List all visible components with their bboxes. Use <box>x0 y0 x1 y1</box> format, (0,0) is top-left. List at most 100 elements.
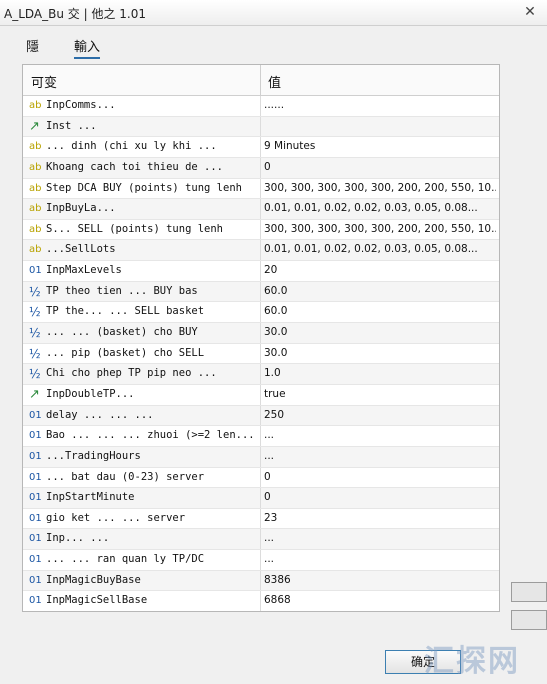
window-title: A_LDA_Bu 交 | 他之 1.01 <box>4 7 146 21</box>
string-type-icon: ab <box>29 100 42 111</box>
parameter-name: ... dinh (chi xu ly khi ... <box>46 140 217 153</box>
int-type-icon: 01 <box>29 430 42 442</box>
tab-common[interactable]: 隱 <box>26 36 39 55</box>
table-row[interactable]: 01 ...TradingHours... <box>23 446 499 468</box>
parameter-name: ... bat dau (0-23) server <box>46 470 205 483</box>
parameter-name: ... ... (basket) cho BUY <box>46 326 198 339</box>
parameter-name: Bao ... ... ... zhuoi (>=2 len... <box>46 429 255 442</box>
table-row[interactable]: 01 InpMaxLevels 20 <box>23 261 499 282</box>
column-divider <box>260 116 261 137</box>
parameter-value[interactable]: ...... <box>264 99 496 111</box>
parameter-value[interactable]: 23 <box>264 512 496 524</box>
table-row[interactable]: 01 ... ... ran quan ly TP/DC... <box>23 550 499 571</box>
close-icon[interactable]: ✕ <box>521 3 539 21</box>
string-type-icon: ab <box>29 161 42 173</box>
column-divider <box>260 261 261 281</box>
column-divider <box>260 178 261 199</box>
table-row[interactable]: ab InpComms......... <box>23 96 499 117</box>
parameter-value[interactable]: 0 <box>264 491 496 503</box>
table-row[interactable]: 01 gio ket ... ... server 23 <box>23 508 499 530</box>
inputs-table: 可变 值 ab InpComms......... ↗ Inst ... ab... d… <box>22 64 500 612</box>
column-divider <box>260 467 261 488</box>
parameter-value[interactable]: ... <box>264 532 496 544</box>
parameter-name: InpMaxLevels <box>46 264 122 277</box>
parameter-value[interactable]: 60.0 <box>264 285 496 297</box>
parameter-name: delay ... ... ... <box>46 408 154 421</box>
save-button[interactable] <box>511 610 547 630</box>
parameter-name: InpStartMinute <box>46 491 135 504</box>
string-type-icon: ab <box>29 244 42 256</box>
column-divider <box>260 199 261 219</box>
table-row[interactable]: ab Step DCA BUY (points) tung lenh 300, 30… <box>23 178 499 200</box>
table-row[interactable]: ½ TP the... ... SELL basket 60.0 <box>23 302 499 324</box>
parameter-value[interactable]: ... <box>264 553 496 565</box>
double-type-icon: ½ <box>29 305 41 320</box>
table-row[interactable]: ↗ Inst ... <box>23 116 499 138</box>
double-type-icon: ½ <box>29 367 41 382</box>
parameter-value[interactable]: 6868 <box>264 594 496 606</box>
double-type-icon: ½ <box>29 346 41 361</box>
string-type-icon: ab <box>29 203 42 215</box>
tab-inputs[interactable]: 輸入 <box>74 36 101 59</box>
parameter-value[interactable]: 0.01, 0.01, 0.02, 0.02, 0.03, 0.05, 0.08… <box>264 243 496 255</box>
parameter-name: InpBuyLa... <box>46 202 116 215</box>
table-row[interactable]: ab ...SellLots 0.01, 0.01, 0.02, 0.02, 0.0… <box>23 240 499 262</box>
bool-type-icon: ↗ <box>29 118 40 134</box>
parameter-name: Inp... ... <box>46 532 110 545</box>
parameter-value[interactable]: 250 <box>264 409 496 421</box>
table-row[interactable]: 01 Inp... ...... <box>23 529 499 551</box>
table-row[interactable]: ↗ InpDoubleTP... true <box>23 384 499 406</box>
parameter-name: Inst ... <box>46 119 97 132</box>
column-divider <box>260 96 261 116</box>
parameter-value[interactable]: 1.0 <box>264 367 496 379</box>
table-row[interactable]: 01 InpMagicSellBase 6868 <box>23 591 499 611</box>
parameter-name: ...SellLots <box>46 243 116 256</box>
int-type-icon: 01 <box>29 554 42 566</box>
column-divider <box>260 550 261 570</box>
column-divider <box>260 405 261 426</box>
parameter-value[interactable]: ... <box>264 429 496 441</box>
int-type-icon: 01 <box>29 512 42 524</box>
parameter-value[interactable]: 20 <box>264 264 496 276</box>
parameter-value[interactable]: 9 Minutes <box>264 140 496 152</box>
table-row[interactable]: ab InpBuyLa... 0.01, 0.01, 0.02, 0.02, 0.0… <box>23 199 499 220</box>
load-button[interactable] <box>511 582 547 602</box>
table-row[interactable]: 01 Bao ... ... ... zhuoi (>=2 len...... <box>23 426 499 447</box>
parameter-value[interactable]: 8386 <box>264 574 496 586</box>
header-variable[interactable]: 可变 <box>31 72 57 91</box>
column-divider <box>260 157 261 178</box>
string-type-icon: ab <box>29 182 42 194</box>
column-divider <box>260 343 261 364</box>
column-divider <box>260 508 261 529</box>
table-row[interactable]: ½ TP theo tien ... BUY bas 60.0 <box>23 281 499 303</box>
table-row[interactable]: 01 ... bat dau (0-23) server 0 <box>23 467 499 489</box>
parameter-value[interactable]: 30.0 <box>264 347 496 359</box>
parameter-value[interactable]: 300, 300, 300, 300, 300, 200, 200, 550, … <box>264 223 496 235</box>
parameter-value[interactable]: ... <box>264 450 496 462</box>
parameter-value[interactable]: 0 <box>264 161 496 173</box>
header-value[interactable]: 值 <box>268 72 281 91</box>
column-divider <box>260 137 261 157</box>
table-row[interactable]: 01 InpMagicBuyBase 8386 <box>23 570 499 592</box>
table-row[interactable]: ½ ... pip (basket) cho SELL 30.0 <box>23 343 499 365</box>
table-row[interactable]: 01 InpStartMinute 0 <box>23 488 499 509</box>
table-row[interactable]: ab Khoang cach toi thieu de ... 0 <box>23 157 499 179</box>
parameter-value[interactable]: 0 <box>264 471 496 483</box>
parameter-name: Khoang cach toi thieu de ... <box>46 160 224 173</box>
int-type-icon: 01 <box>29 533 42 545</box>
table-row[interactable]: 01 delay ... ... ... 250 <box>23 405 499 427</box>
parameter-value[interactable]: true <box>264 388 496 400</box>
parameter-value[interactable]: 60.0 <box>264 305 496 317</box>
parameter-value[interactable]: 300, 300, 300, 300, 300, 200, 200, 550, … <box>264 182 496 194</box>
parameter-value[interactable]: 0.01, 0.01, 0.02, 0.02, 0.03, 0.05, 0.08… <box>264 202 496 214</box>
table-row[interactable]: ½ Chi cho phep TP pip neo ... 1.0 <box>23 364 499 385</box>
column-divider <box>260 529 261 550</box>
column-divider <box>260 570 261 591</box>
parameter-value[interactable]: 30.0 <box>264 326 496 338</box>
int-type-icon: 01 <box>29 265 42 277</box>
table-row[interactable]: ab ... dinh (chi xu ly khi ... 9 Minutes <box>23 137 499 158</box>
header-divider <box>260 65 261 95</box>
table-row[interactable]: ½ ... ... (basket) cho BUY 30.0 <box>23 323 499 344</box>
table-row[interactable]: ab S... SELL (points) tung lenh 300, 300, … <box>23 219 499 241</box>
double-type-icon: ½ <box>29 326 41 341</box>
